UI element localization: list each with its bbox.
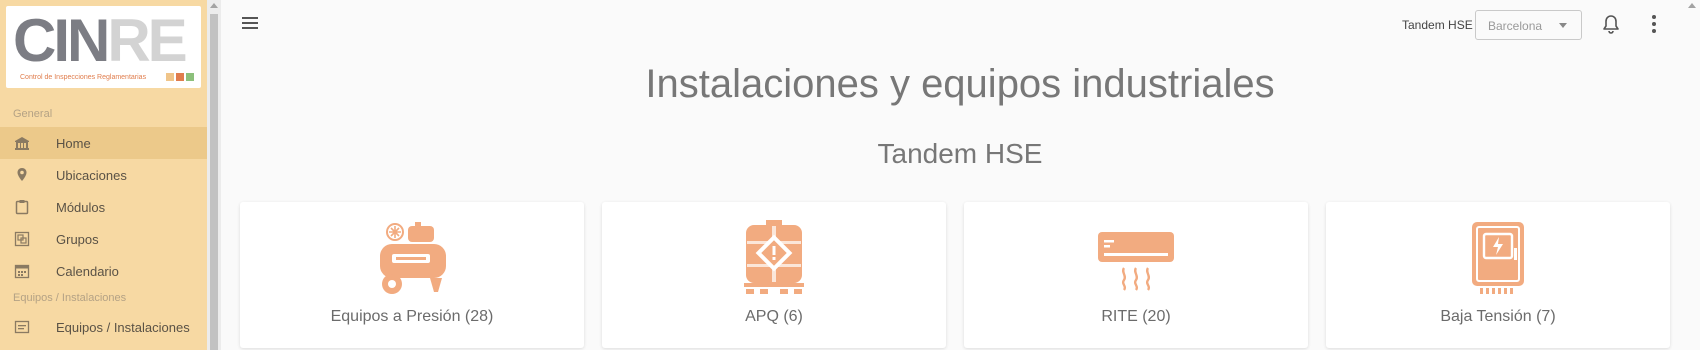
chemical-tank-icon: [744, 220, 804, 294]
logo-wordmark: CINRE: [13, 7, 188, 74]
group-icon: [14, 231, 30, 247]
scrollbar-thumb[interactable]: [210, 14, 218, 350]
card-label: Baja Tensión (7): [1440, 308, 1556, 325]
page-title: Instalaciones y equipos industriales: [645, 62, 1275, 106]
card-baja-tension[interactable]: Baja Tensión (7): [1326, 202, 1670, 348]
card-label: RITE (20): [1101, 308, 1171, 325]
sidebar-item-home[interactable]: Home: [0, 127, 207, 159]
sidebar: CINRE Control de Inspecciones Reglamenta…: [0, 0, 207, 350]
clipboard-icon: [15, 200, 29, 215]
sidebar-item-label: Equipos / Instalaciones: [56, 320, 190, 335]
scroll-up-arrow-icon[interactable]: [210, 3, 218, 8]
logo-subtitle: Control de Inspecciones Reglamentarias: [20, 74, 147, 81]
header-company-label: Tandem HSE: [1402, 18, 1473, 32]
card-apq[interactable]: APQ (6): [602, 202, 946, 348]
company-title: Tandem HSE: [877, 138, 1043, 169]
card-equipos-presion[interactable]: Equipos a Presión (28): [240, 202, 584, 348]
compressor-icon: [380, 222, 446, 294]
card-label: APQ (6): [745, 308, 803, 325]
sidebar-item-equipos-instalaciones[interactable]: Equipos / Instalaciones: [0, 311, 207, 343]
sidebar-section-general: General: [13, 108, 53, 120]
sidebar-item-calendario[interactable]: Calendario: [0, 255, 207, 287]
location-select[interactable]: Barcelona: [1475, 10, 1582, 40]
notifications-bell-icon[interactable]: [1602, 14, 1620, 34]
page-scroll-up-arrow-icon[interactable]: [1688, 3, 1696, 8]
list-card-icon: [14, 320, 30, 334]
calendar-icon: [14, 264, 30, 279]
sidebar-section-equipos: Equipos / Instalaciones: [13, 292, 127, 304]
sidebar-item-ubicaciones[interactable]: Ubicaciones: [0, 159, 207, 191]
more-options-icon[interactable]: [1651, 15, 1657, 33]
sidebar-item-label: Grupos: [56, 232, 99, 247]
location-select-value: Barcelona: [1488, 19, 1543, 33]
location-pin-icon: [17, 168, 27, 181]
electrical-panel-icon: [1472, 222, 1524, 294]
logo-square-2: [176, 73, 184, 81]
sidebar-scrollbar[interactable]: [207, 0, 221, 350]
home-icon: [15, 137, 29, 150]
chevron-down-icon: [1559, 23, 1567, 28]
sidebar-item-label: Ubicaciones: [56, 168, 127, 183]
sidebar-item-label: Home: [56, 136, 91, 151]
sidebar-item-label: Módulos: [56, 200, 106, 215]
card-rite[interactable]: RITE (20): [964, 202, 1308, 348]
card-label: Equipos a Presión (28): [330, 308, 494, 325]
logo-square-1: [166, 73, 174, 81]
menu-toggle-button[interactable]: [242, 16, 260, 30]
sidebar-item-modulos[interactable]: Módulos: [0, 191, 207, 223]
logo-square-3: [186, 73, 194, 81]
app-logo[interactable]: CINRE Control de Inspecciones Reglamenta…: [6, 6, 201, 88]
sidebar-item-grupos[interactable]: Grupos: [0, 223, 207, 255]
air-conditioner-icon: [1098, 232, 1174, 291]
sidebar-item-label: Calendario: [56, 264, 119, 279]
